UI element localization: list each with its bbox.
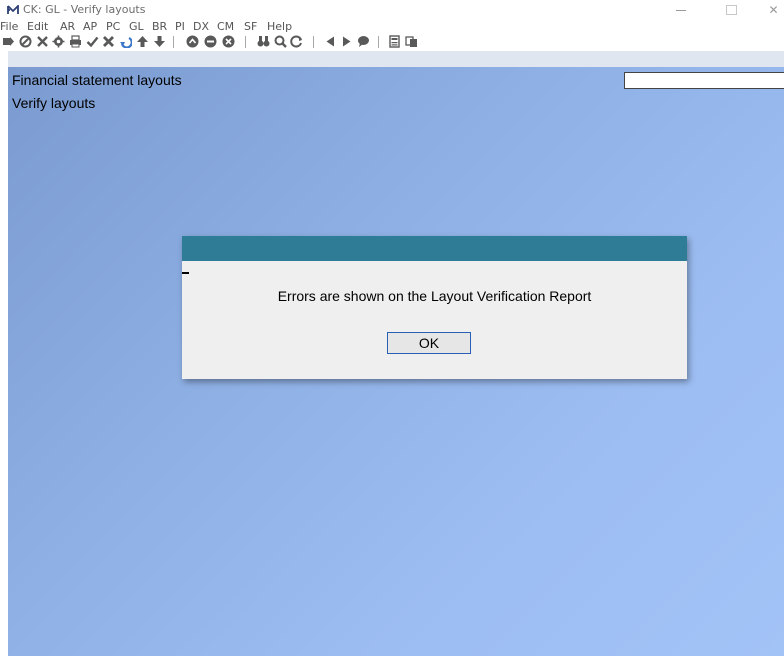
tools-icon[interactable] [36, 35, 49, 48]
menu-file[interactable]: File [0, 20, 18, 34]
dialog-title-bar[interactable] [182, 236, 687, 261]
close-button[interactable]: ✕ [763, 0, 784, 20]
menu-pi[interactable]: PI [175, 20, 185, 34]
next-icon[interactable] [340, 35, 353, 48]
toolbar-separator [313, 36, 314, 48]
undo-icon[interactable] [119, 35, 132, 48]
app-logo-icon [7, 5, 19, 14]
up-arrow-icon[interactable] [136, 35, 149, 48]
calculator-icon[interactable] [388, 35, 401, 48]
window-title: CK: GL - Verify layouts [23, 3, 146, 16]
title-bar: CK: GL - Verify layouts ✕ [0, 0, 784, 20]
copy-icon[interactable] [405, 35, 418, 48]
refresh-icon[interactable] [290, 35, 303, 48]
dialog-message: Errors are shown on the Layout Verificat… [277, 288, 592, 304]
toolbar [0, 34, 784, 51]
down-arrow-icon[interactable] [153, 35, 166, 48]
export-icon[interactable] [2, 35, 15, 48]
circle-minus-icon[interactable] [204, 35, 217, 48]
toolbar-separator [378, 36, 379, 48]
page-subtitle: Verify layouts [12, 95, 96, 111]
menu-bar: File Edit AR AP PC GL BR PI DX CM SF Hel… [0, 20, 784, 34]
prev-icon[interactable] [324, 35, 337, 48]
menu-pc[interactable]: PC [106, 20, 120, 34]
stop-icon[interactable] [19, 35, 32, 48]
menu-help[interactable]: Help [267, 20, 292, 34]
menu-ap[interactable]: AP [83, 20, 97, 34]
maximize-button[interactable] [716, 0, 746, 20]
minimize-icon [676, 9, 686, 11]
top-right-field[interactable] [624, 72, 784, 89]
circle-up-icon[interactable] [186, 35, 199, 48]
menu-dx[interactable]: DX [193, 20, 209, 34]
maximize-icon [725, 5, 737, 15]
print-icon[interactable] [69, 35, 82, 48]
menu-cm[interactable]: CM [217, 20, 234, 34]
settings-icon[interactable] [52, 35, 65, 48]
close-icon: ✕ [768, 3, 779, 17]
text-cursor [182, 272, 189, 274]
menu-gl[interactable]: GL [129, 20, 144, 34]
menu-edit[interactable]: Edit [27, 20, 48, 34]
cancel-icon[interactable] [102, 35, 115, 48]
menu-ar[interactable]: AR [60, 20, 75, 34]
binoculars-icon[interactable] [257, 35, 270, 48]
comment-icon[interactable] [357, 35, 370, 48]
ok-button[interactable]: OK [387, 332, 471, 354]
message-dialog: Errors are shown on the Layout Verificat… [182, 236, 687, 379]
toolbar-separator [245, 36, 246, 48]
page-title: Financial statement layouts [12, 72, 182, 88]
check-icon[interactable] [86, 35, 99, 48]
toolbar-separator [173, 36, 174, 48]
circle-x-icon[interactable] [222, 35, 235, 48]
minimize-button[interactable] [666, 0, 696, 20]
magnify-icon[interactable] [274, 35, 287, 48]
header-strip [8, 51, 784, 67]
menu-br[interactable]: BR [152, 20, 167, 34]
menu-sf[interactable]: SF [244, 20, 257, 34]
